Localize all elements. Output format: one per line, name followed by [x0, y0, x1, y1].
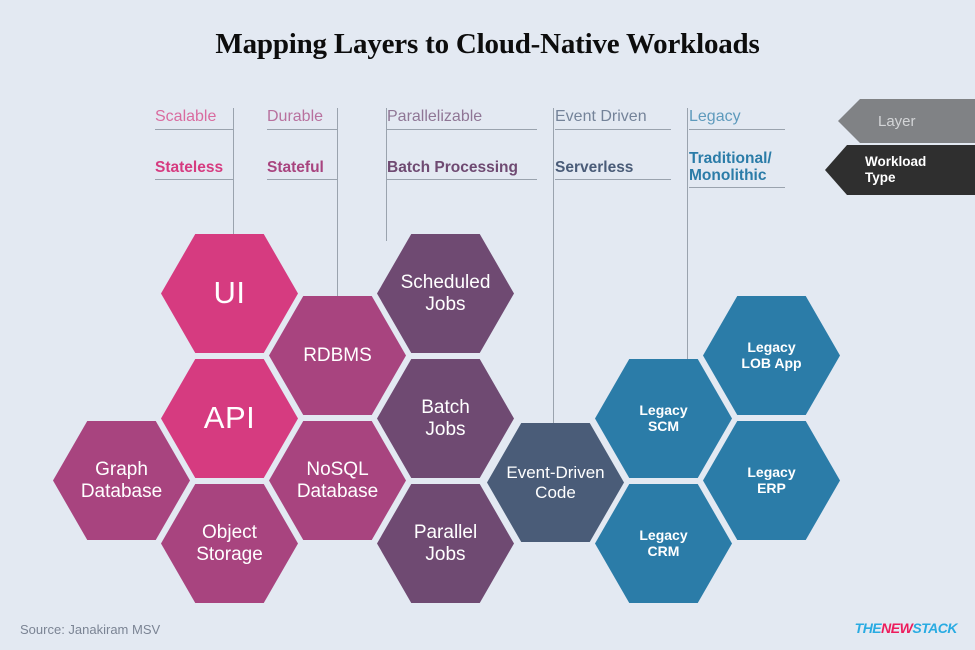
hexagon-tile[interactable]: UI: [161, 234, 298, 353]
hexagon-tile[interactable]: Batch Jobs: [377, 359, 514, 478]
infographic-canvas: Mapping Layers to Cloud-Native Workloads…: [0, 0, 975, 650]
logo-part-new: NEW: [881, 620, 913, 636]
hexagon-tile[interactable]: Legacy CRM: [595, 484, 732, 603]
hexagon-tile[interactable]: RDBMS: [269, 296, 406, 415]
hexagon-tile[interactable]: Legacy ERP: [703, 421, 840, 540]
source-credit: Source: Janakiram MSV: [20, 622, 161, 637]
thenewstack-logo: THENEWSTACK: [854, 620, 958, 636]
hexagon-tile[interactable]: API: [161, 359, 298, 478]
hexagon-tile[interactable]: Graph Database: [53, 421, 190, 540]
hexagon-tile[interactable]: Object Storage: [161, 484, 298, 603]
logo-part-stack: STACK: [912, 620, 957, 636]
hexagon-tile[interactable]: Parallel Jobs: [377, 484, 514, 603]
hexagon-tile[interactable]: Legacy LOB App: [703, 296, 840, 415]
hexagon-tile[interactable]: Legacy SCM: [595, 359, 732, 478]
hexagon-tile[interactable]: Event-Driven Code: [487, 423, 624, 542]
hexagon-grid: UI API Graph Database Object Storage RDBMS No…: [0, 0, 975, 650]
hexagon-tile[interactable]: Scheduled Jobs: [377, 234, 514, 353]
hexagon-tile[interactable]: NoSQL Database: [269, 421, 406, 540]
logo-part-the: THE: [854, 620, 882, 636]
